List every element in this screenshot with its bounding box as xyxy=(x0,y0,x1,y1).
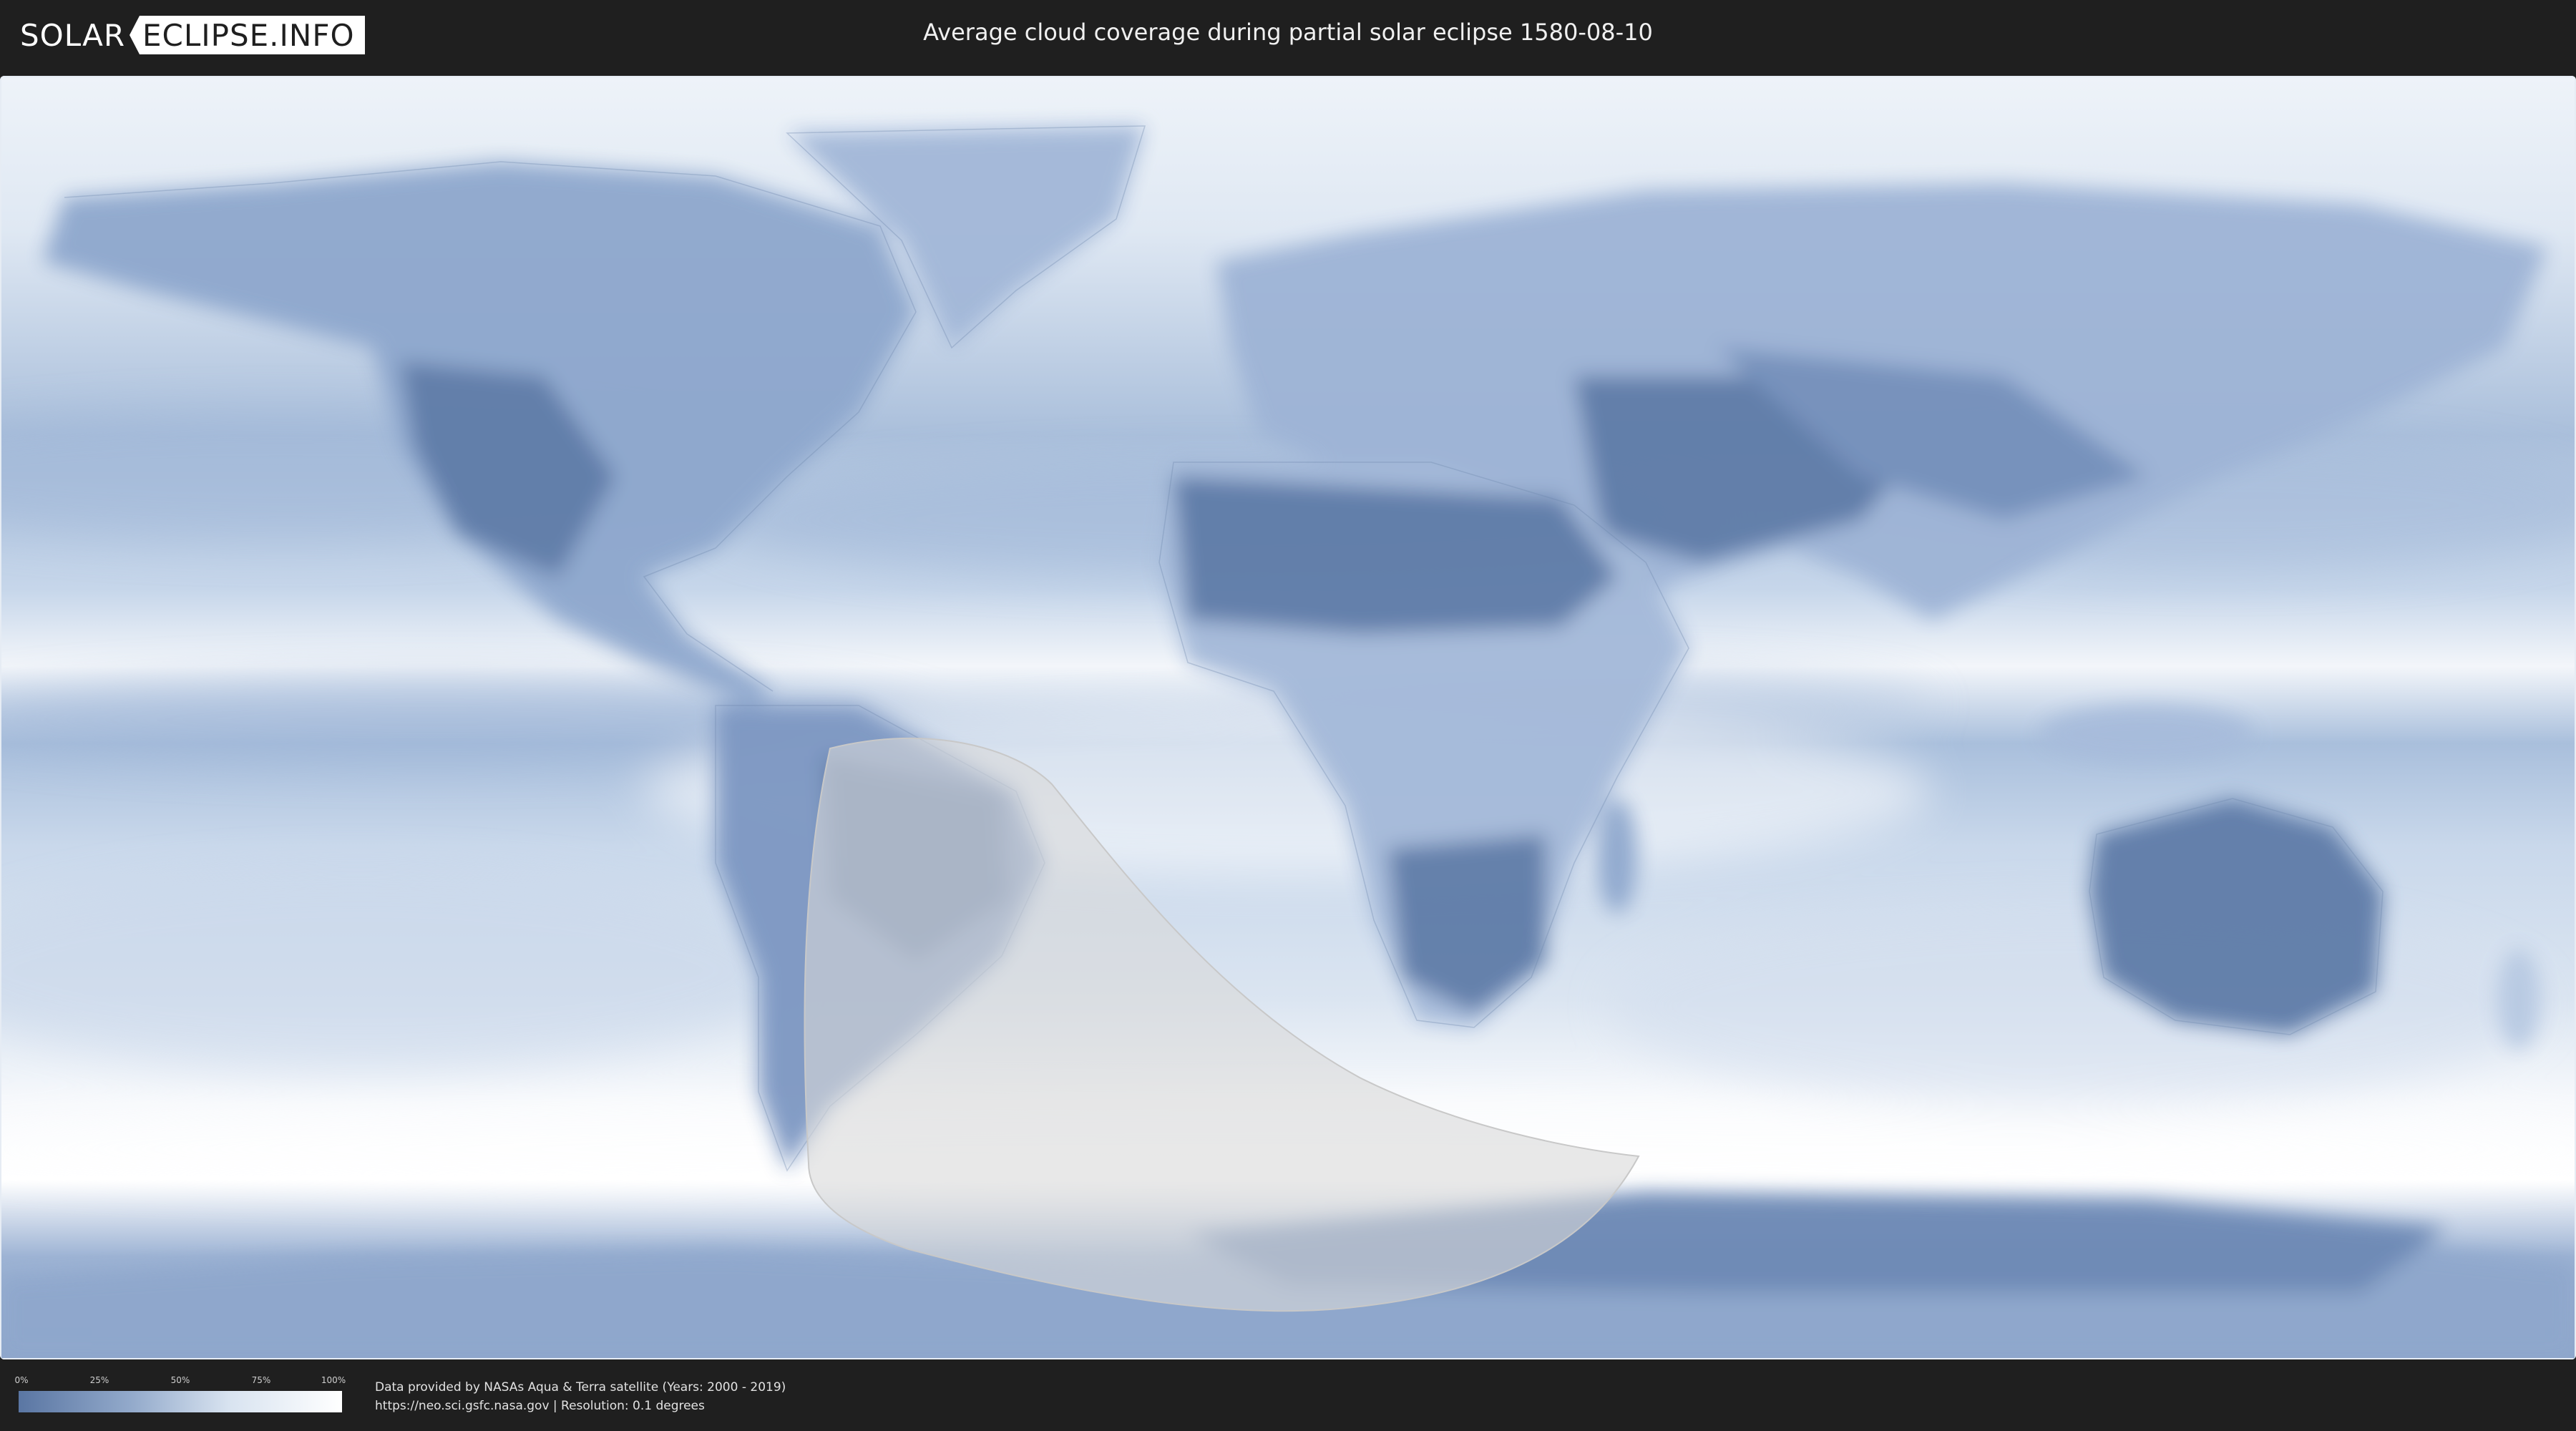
world-map-svg xyxy=(0,76,2576,1359)
legend-tick: 75% xyxy=(251,1375,271,1385)
page-title: Average cloud coverage during partial so… xyxy=(923,19,1653,46)
data-credits: Data provided by NASAs Aqua & Terra sate… xyxy=(375,1378,786,1415)
legend-ticks: 0% 25% 50% 75% 100% xyxy=(14,1375,346,1388)
credit-source: Data provided by NASAs Aqua & Terra sate… xyxy=(375,1380,786,1395)
madagascar xyxy=(1597,798,1637,913)
header-bar: SOLAR ECLIPSE.INFO Average cloud coverag… xyxy=(0,0,2576,72)
credit-url: https://neo.sci.gsfc.nasa.gov | Resoluti… xyxy=(375,1399,705,1413)
cloud-legend: 0% 25% 50% 75% 100% xyxy=(14,1375,346,1412)
legend-tick: 0% xyxy=(14,1375,29,1385)
new-zealand xyxy=(2497,949,2540,1049)
legend-tick: 25% xyxy=(89,1375,109,1385)
legend-tick: 50% xyxy=(170,1375,190,1385)
indonesia xyxy=(2039,705,2254,763)
sahara xyxy=(1174,477,1617,634)
legend-color-bar xyxy=(19,1391,342,1412)
legend-tick: 100% xyxy=(321,1375,346,1385)
cloud-coverage-map xyxy=(0,76,2576,1359)
